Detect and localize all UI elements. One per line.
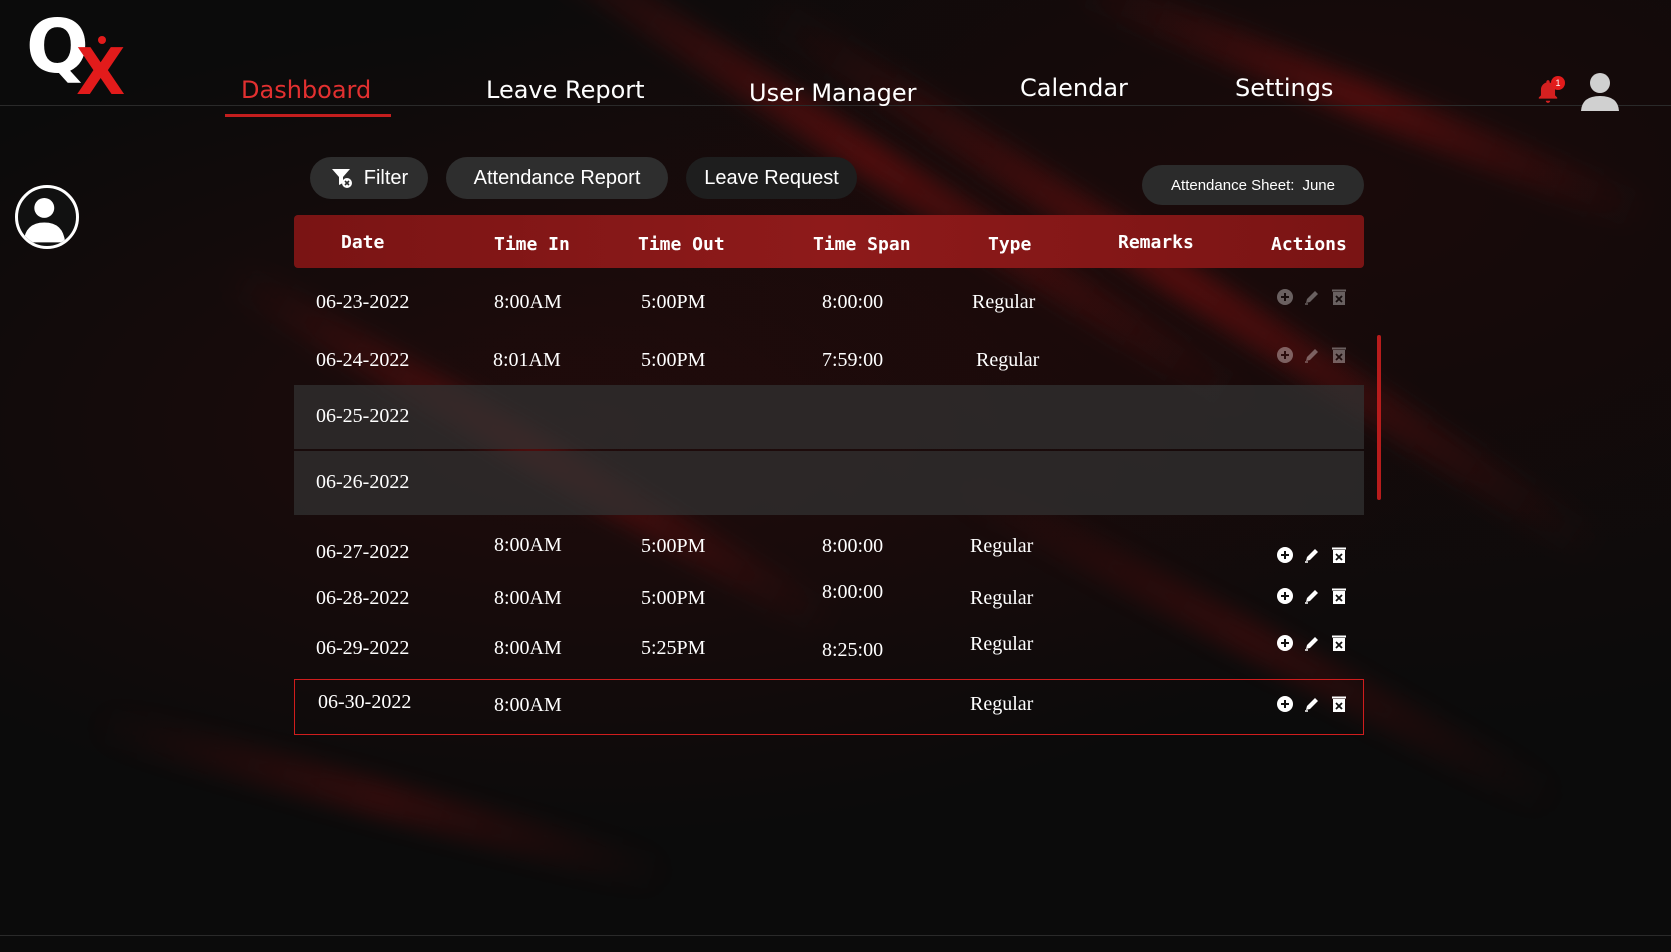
add-icon[interactable] bbox=[1276, 546, 1294, 564]
table-row-selected[interactable]: 06-30-2022 8:00AM Regular bbox=[294, 679, 1364, 735]
nav-settings[interactable]: Settings bbox=[1235, 74, 1333, 102]
nav-active-indicator bbox=[225, 114, 391, 117]
footer-divider bbox=[0, 935, 1671, 936]
cell-date: 06-28-2022 bbox=[316, 587, 410, 609]
add-icon[interactable] bbox=[1276, 587, 1294, 605]
delete-icon[interactable] bbox=[1330, 587, 1348, 605]
filter-label: Filter bbox=[363, 166, 409, 189]
row-actions bbox=[1276, 695, 1348, 713]
cell-type: Regular bbox=[976, 349, 1040, 371]
row-actions bbox=[1276, 587, 1348, 605]
header-actions: Actions bbox=[1271, 234, 1347, 255]
leave-request-button[interactable]: Leave Request bbox=[686, 157, 857, 199]
cell-time-out: 5:00PM bbox=[641, 291, 706, 313]
nav-calendar[interactable]: Calendar bbox=[1020, 74, 1128, 102]
edit-pencil-icon[interactable] bbox=[1303, 346, 1321, 364]
cell-time-in: 8:00AM bbox=[494, 637, 562, 659]
cell-date: 06-26-2022 bbox=[316, 471, 410, 493]
table-scrollbar[interactable] bbox=[1377, 335, 1381, 500]
add-icon[interactable] bbox=[1276, 288, 1294, 306]
table-row[interactable]: 06-27-2022 8:00AM 5:00PM 8:00:00 Regular bbox=[294, 523, 1364, 573]
edit-pencil-icon[interactable] bbox=[1303, 695, 1321, 713]
delete-icon[interactable] bbox=[1330, 546, 1348, 564]
add-icon[interactable] bbox=[1276, 346, 1294, 364]
add-icon[interactable] bbox=[1276, 634, 1294, 652]
cell-time-out: 5:00PM bbox=[641, 535, 706, 557]
header-time-span: Time Span bbox=[813, 234, 911, 255]
cell-time-out: 5:00PM bbox=[641, 587, 706, 609]
row-actions bbox=[1276, 288, 1348, 306]
row-actions bbox=[1276, 634, 1348, 652]
cell-date: 06-29-2022 bbox=[316, 637, 410, 659]
app-logo[interactable]: Q X bbox=[26, 4, 136, 110]
table-row[interactable]: 06-29-2022 8:00AM 5:25PM 8:25:00 Regular bbox=[294, 625, 1364, 671]
cell-type: Regular bbox=[970, 633, 1034, 655]
edit-pencil-icon[interactable] bbox=[1303, 288, 1321, 306]
table-row[interactable]: 06-28-2022 8:00AM 5:00PM 8:00:00 Regular bbox=[294, 575, 1364, 621]
cell-time-span: 8:25:00 bbox=[822, 639, 884, 661]
logo-dot bbox=[98, 36, 106, 44]
cell-time-span: 8:00:00 bbox=[822, 581, 884, 603]
filter-icon bbox=[330, 166, 354, 190]
cell-time-in: 8:00AM bbox=[494, 534, 562, 556]
cell-date: 06-24-2022 bbox=[316, 349, 410, 371]
cell-type: Regular bbox=[972, 291, 1036, 313]
cell-date: 06-30-2022 bbox=[318, 691, 412, 713]
table-header: Date Time In Time Out Time Span Type Rem… bbox=[294, 215, 1364, 268]
cell-time-span: 7:59:00 bbox=[822, 349, 884, 371]
attendance-report-button[interactable]: Attendance Report bbox=[446, 157, 668, 199]
attendance-sheet-label: Attendance Sheet: bbox=[1171, 176, 1295, 194]
cell-time-in: 8:00AM bbox=[494, 291, 562, 313]
header-date: Date bbox=[341, 232, 385, 253]
cell-type: Regular bbox=[970, 693, 1034, 715]
cell-date: 06-23-2022 bbox=[316, 291, 410, 313]
cell-time-in: 8:01AM bbox=[493, 349, 561, 371]
cell-date: 06-25-2022 bbox=[316, 405, 410, 427]
table-row[interactable]: 06-23-2022 8:00AM 5:00PM 8:00:00 Regular bbox=[294, 273, 1364, 329]
header-type: Type bbox=[988, 234, 1032, 255]
notification-badge: 1 bbox=[1551, 76, 1565, 90]
cell-time-out: 5:00PM bbox=[641, 349, 706, 371]
header-time-in: Time In bbox=[494, 234, 570, 255]
edit-pencil-icon[interactable] bbox=[1303, 587, 1321, 605]
table-row-weekend[interactable]: 06-26-2022 bbox=[294, 451, 1364, 515]
cell-time-span: 8:00:00 bbox=[822, 291, 884, 313]
header-remarks: Remarks bbox=[1118, 232, 1194, 253]
edit-pencil-icon[interactable] bbox=[1303, 546, 1321, 564]
cell-type: Regular bbox=[970, 587, 1034, 609]
attendance-sheet-selector[interactable]: Attendance Sheet: June bbox=[1142, 165, 1364, 205]
delete-icon[interactable] bbox=[1330, 634, 1348, 652]
filter-button[interactable]: Filter bbox=[310, 157, 428, 199]
delete-icon[interactable] bbox=[1330, 695, 1348, 713]
cell-time-out: 5:25PM bbox=[641, 637, 706, 659]
nav-dashboard[interactable]: Dashboard bbox=[241, 76, 371, 104]
delete-icon[interactable] bbox=[1330, 346, 1348, 364]
add-icon[interactable] bbox=[1276, 695, 1294, 713]
delete-icon[interactable] bbox=[1330, 288, 1348, 306]
header-time-out: Time Out bbox=[638, 234, 725, 255]
row-actions bbox=[1276, 346, 1348, 364]
nav-user-manager[interactable]: User Manager bbox=[749, 79, 917, 107]
cell-type: Regular bbox=[970, 535, 1034, 557]
cell-time-span: 8:00:00 bbox=[822, 535, 884, 557]
row-actions bbox=[1276, 546, 1348, 564]
table-row[interactable]: 06-24-2022 8:01AM 5:00PM 7:59:00 Regular bbox=[294, 331, 1364, 387]
cell-time-in: 8:00AM bbox=[494, 587, 562, 609]
user-profile-icon[interactable] bbox=[1578, 70, 1622, 112]
logo-x: X bbox=[76, 36, 126, 110]
nav-leave-report[interactable]: Leave Report bbox=[486, 76, 645, 104]
edit-pencil-icon[interactable] bbox=[1303, 634, 1321, 652]
attendance-sheet-month: June bbox=[1302, 176, 1335, 194]
table-row-weekend[interactable]: 06-25-2022 bbox=[294, 385, 1364, 449]
sidebar-avatar[interactable] bbox=[15, 185, 79, 249]
cell-time-in: 8:00AM bbox=[494, 694, 562, 716]
cell-date: 06-27-2022 bbox=[316, 541, 410, 563]
